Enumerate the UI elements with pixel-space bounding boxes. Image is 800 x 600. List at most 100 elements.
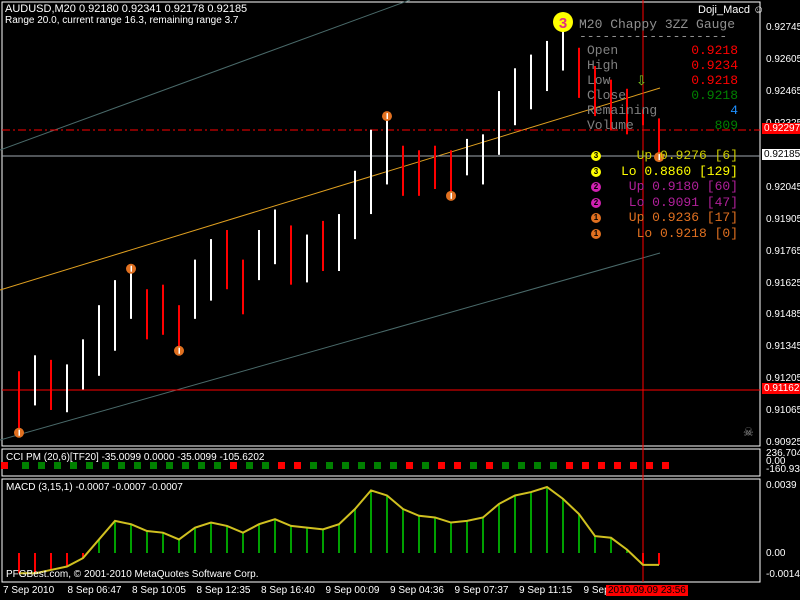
- candle: [146, 289, 148, 340]
- candle: [98, 305, 100, 376]
- candle: [434, 145, 436, 190]
- candle: [450, 150, 452, 196]
- cci-signal-square: [198, 462, 205, 469]
- cci-label: CCI PM (20,6)[TF20] -35.0099 0.0000 -35.…: [6, 452, 265, 463]
- macd-histogram-bar: [338, 524, 340, 553]
- channel-middle-line: [0, 87, 661, 291]
- macd-histogram-bar: [450, 522, 452, 553]
- cci-signal-square: [214, 462, 221, 469]
- macd-histogram-bar: [146, 531, 148, 553]
- cci-signal-square: [70, 462, 77, 469]
- candle: [338, 214, 340, 272]
- cci-signal-square: [166, 462, 173, 469]
- gauge-row-label: Close: [587, 88, 627, 103]
- candle: [546, 40, 548, 92]
- macd-histogram-bar: [258, 524, 260, 553]
- macd-histogram-bar: [482, 517, 484, 553]
- cci-signal-square: [150, 462, 157, 469]
- candle: [258, 230, 260, 281]
- macd-histogram-bar: [418, 515, 420, 553]
- cci-signal-square: [278, 462, 285, 469]
- macd-histogram-bar: [114, 520, 116, 553]
- zigzag-level-badge: 1: [591, 213, 601, 223]
- candle: [194, 259, 196, 319]
- price-axis-label: 0.91905: [766, 213, 800, 225]
- time-axis-label: 9 Sep 04:36: [390, 585, 444, 596]
- macd-histogram-bar: [178, 539, 180, 553]
- candle: [50, 359, 52, 410]
- candle: [530, 54, 532, 110]
- macd-histogram-bar: [530, 492, 532, 553]
- macd-histogram-bar: [658, 553, 660, 565]
- macd-histogram-bar: [290, 525, 292, 553]
- candle: [242, 259, 244, 315]
- cci-signal-square: [246, 462, 253, 469]
- macd-histogram-bar: [610, 537, 612, 553]
- candle: [290, 225, 292, 285]
- gauge-row-label: High: [587, 58, 619, 73]
- macd-histogram-bar: [546, 487, 548, 553]
- candle: [578, 47, 580, 98]
- down-arrow-icon: ⇩: [636, 73, 647, 88]
- macd-label: MACD (3,15,1) -0.0007 -0.0007 -0.0007: [6, 482, 183, 493]
- symbol-ohlc-label: AUDUSD,M20 0.92180 0.92341 0.92178 0.921…: [5, 3, 248, 15]
- candle: [322, 220, 324, 272]
- macd-axis-zero: 0.00: [766, 548, 786, 559]
- cci-signal-square: [22, 462, 29, 469]
- price-axis-label: 0.91625: [766, 277, 800, 289]
- candle: [370, 129, 372, 215]
- zigzag-marker-numeral: [386, 113, 388, 120]
- cci-signal-square: [374, 462, 381, 469]
- candle: [162, 284, 164, 335]
- cci-signal-square: [518, 462, 525, 469]
- macd-histogram-bar: [322, 529, 324, 553]
- zigzag-level-text: Lo 0.9091 [47]: [628, 194, 738, 210]
- macd-histogram-bar: [514, 495, 516, 553]
- cci-signal-square: [230, 462, 237, 469]
- macd-histogram-bar: [274, 519, 276, 553]
- cci-signal-square: [534, 462, 541, 469]
- macd-histogram-bar: [386, 495, 388, 553]
- gauge-row-value: 809: [714, 118, 738, 133]
- cci-signal-square: [134, 462, 141, 469]
- macd-histogram-bar: [66, 553, 68, 567]
- cci-signal-square: [262, 462, 269, 469]
- cci-signal-square: [358, 462, 365, 469]
- candle: [66, 364, 68, 413]
- zigzag-level-text: Up 0.9180 [60]: [628, 179, 738, 194]
- price-axis-label: 0.91065: [766, 405, 800, 417]
- price-axis-label: 0.91765: [766, 245, 800, 257]
- macd-histogram-bar: [50, 553, 52, 570]
- zigzag-level-badge: 2: [591, 197, 601, 208]
- time-axis-label: 8 Sep 10:05: [132, 585, 186, 596]
- macd-histogram-bar: [562, 498, 564, 553]
- zigzag-level-text: Up 0.9236 [17]: [628, 210, 738, 225]
- chart-canvas[interactable]: 3: [0, 0, 800, 600]
- cci-signal-square: [342, 462, 349, 469]
- candle: [210, 239, 212, 301]
- cci-signal-square: [614, 462, 621, 469]
- zigzag-level-badge: 3: [591, 151, 601, 161]
- cci-signal-square: [1, 462, 8, 469]
- zigzag-level3-badge-text: 3: [559, 15, 567, 32]
- expert-advisor-label[interactable]: Doji_Macd ☺: [698, 4, 764, 16]
- cci-signal-square: [486, 462, 493, 469]
- candle: [82, 339, 84, 390]
- cci-signal-square: [630, 462, 637, 469]
- macd-histogram-bar: [578, 514, 580, 553]
- macd-histogram-bar: [466, 520, 468, 553]
- macd-histogram-bar: [354, 509, 356, 553]
- macd-histogram-bar: [434, 517, 436, 553]
- cci-signal-square: [86, 462, 93, 469]
- zigzag-level-text: Up 0.9276 [6]: [636, 148, 738, 163]
- cci-signal-square: [406, 462, 413, 469]
- price-axis-label: 0.91345: [766, 341, 800, 353]
- skull-icon: ☠: [743, 425, 754, 439]
- copyright-label: PFGBest.com, © 2001-2010 MetaQuotes Soft…: [6, 569, 259, 580]
- candle: [114, 280, 116, 351]
- cci-signal-square: [598, 462, 605, 469]
- cci-signal-square: [118, 462, 125, 469]
- gauge-divider: -------------------: [579, 29, 728, 44]
- macd-histogram-bar: [130, 524, 132, 553]
- candle: [226, 230, 228, 290]
